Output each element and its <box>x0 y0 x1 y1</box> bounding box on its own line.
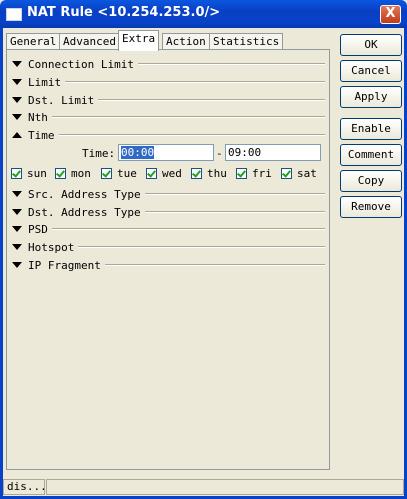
time-label: Time: <box>82 147 116 160</box>
section-hotspot[interactable]: Hotspot <box>12 240 325 254</box>
day-label: tue <box>117 167 137 180</box>
status-bar: dis... <box>3 478 404 496</box>
divider <box>58 134 325 136</box>
triangle-down-icon <box>12 190 22 197</box>
tab-advanced[interactable]: Advanced <box>59 33 120 50</box>
divider <box>65 81 325 83</box>
tab-statistics[interactable]: Statistics <box>209 33 284 50</box>
window-title: NAT Rule <10.254.253.0/> <box>27 5 221 20</box>
apply-button[interactable]: Apply <box>340 86 402 108</box>
day-sun-checkbox[interactable]: sun <box>11 167 47 180</box>
time-end-input[interactable]: 09:00 <box>225 144 321 161</box>
section-nth[interactable]: Nth <box>12 110 325 124</box>
section-label: Src. Address Type <box>28 187 141 201</box>
triangle-down-icon <box>12 78 22 85</box>
triangle-down-icon <box>12 208 22 215</box>
triangle-up-icon <box>12 131 22 138</box>
day-label: mon <box>71 167 91 180</box>
status-text: dis... <box>3 479 47 495</box>
triangle-down-icon <box>12 60 22 67</box>
day-fri-checkbox[interactable]: fri <box>236 167 272 180</box>
section-ip-fragment[interactable]: IP Fragment <box>12 258 325 272</box>
section-connection-limit[interactable]: Connection Limit <box>12 57 325 71</box>
triangle-down-icon <box>12 261 22 268</box>
section-time[interactable]: Time <box>12 128 325 142</box>
section-label: Dst. Limit <box>28 93 95 107</box>
day-sat-checkbox[interactable]: sat <box>281 167 317 180</box>
status-cell-secondary <box>46 479 404 495</box>
checkmark-icon <box>55 168 66 179</box>
tab-general[interactable]: General <box>6 33 61 50</box>
checkmark-icon <box>281 168 292 179</box>
divider <box>104 264 325 266</box>
divider <box>51 228 325 230</box>
section-label: Connection Limit <box>28 57 134 71</box>
section-dst-address-type[interactable]: Dst. Address Type <box>12 205 325 219</box>
checkmark-icon <box>146 168 157 179</box>
divider <box>98 99 325 101</box>
section-label: Limit <box>28 75 62 89</box>
remove-button[interactable]: Remove <box>340 196 402 218</box>
triangle-down-icon <box>12 113 22 120</box>
divider <box>144 193 325 195</box>
time-separator: - <box>216 147 223 160</box>
section-label: Nth <box>28 110 48 124</box>
section-label: Dst. Address Type <box>28 205 141 219</box>
day-mon-checkbox[interactable]: mon <box>55 167 91 180</box>
ok-button[interactable]: OK <box>340 34 402 56</box>
checkmark-icon <box>101 168 112 179</box>
day-label: sat <box>297 167 317 180</box>
tab-action[interactable]: Action <box>162 33 210 50</box>
triangle-down-icon <box>12 243 22 250</box>
window-icon <box>6 8 22 21</box>
day-label: thu <box>207 167 227 180</box>
time-start-value: 00:00 <box>121 146 155 159</box>
section-label: Hotspot <box>28 240 75 254</box>
tab-extra[interactable]: Extra <box>118 30 160 51</box>
day-wed-checkbox[interactable]: wed <box>146 167 182 180</box>
enable-button[interactable]: Enable <box>340 118 402 140</box>
day-label: sun <box>27 167 47 180</box>
section-dst-limit[interactable]: Dst. Limit <box>12 93 325 107</box>
checkmark-icon <box>11 168 22 179</box>
checkmark-icon <box>191 168 202 179</box>
section-limit[interactable]: Limit <box>12 75 325 89</box>
day-label: wed <box>162 167 182 180</box>
section-label: Time <box>28 128 55 142</box>
checkmark-icon <box>236 168 247 179</box>
comment-button[interactable]: Comment <box>340 144 402 166</box>
section-label: IP Fragment <box>28 258 101 272</box>
copy-button[interactable]: Copy <box>340 170 402 192</box>
close-button[interactable]: X <box>380 5 401 24</box>
section-label: PSD <box>28 222 48 236</box>
divider <box>137 63 325 65</box>
section-psd[interactable]: PSD <box>12 222 325 236</box>
day-label: fri <box>252 167 272 180</box>
divider <box>51 116 325 118</box>
triangle-down-icon <box>12 225 22 232</box>
time-start-input[interactable]: 00:00 <box>118 144 214 161</box>
section-src-address-type[interactable]: Src. Address Type <box>12 187 325 201</box>
day-tue-checkbox[interactable]: tue <box>101 167 137 180</box>
divider <box>78 246 325 248</box>
divider <box>144 211 325 213</box>
cancel-button[interactable]: Cancel <box>340 60 402 82</box>
day-thu-checkbox[interactable]: thu <box>191 167 227 180</box>
triangle-down-icon <box>12 96 22 103</box>
title-bar[interactable]: NAT Rule <10.254.253.0/> X <box>0 0 407 28</box>
